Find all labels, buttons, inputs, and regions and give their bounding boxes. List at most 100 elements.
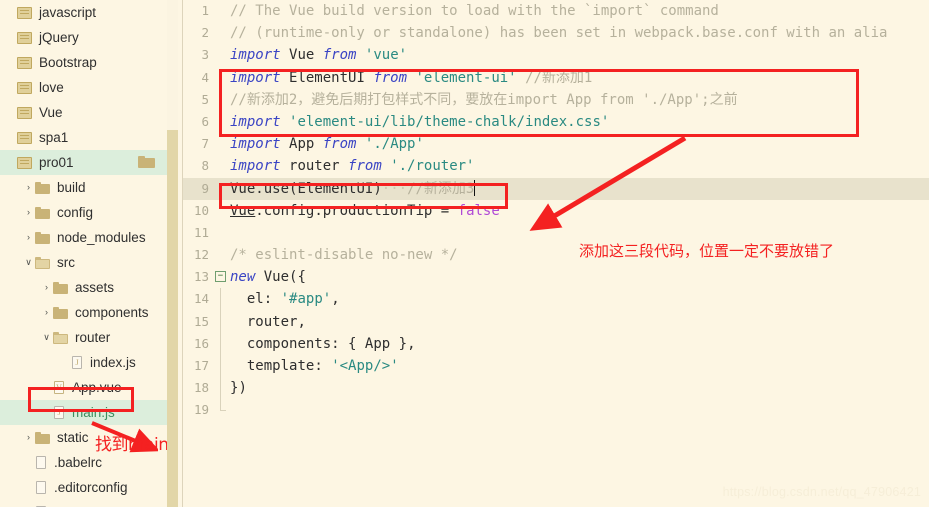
code-text: template: '<App/>': [246, 358, 399, 374]
chevron-down-icon[interactable]: ∨: [40, 333, 53, 342]
indent-guide: [220, 310, 221, 333]
tree-item-javascript[interactable]: javascript: [0, 0, 167, 25]
sidebar-scrollbar-thumb[interactable]: [167, 130, 178, 507]
code-text: components: { App },: [246, 335, 416, 352]
code-line-19[interactable]: 19: [183, 399, 929, 421]
chevron-right-icon[interactable]: ›: [22, 208, 35, 217]
line-number: 5: [201, 91, 209, 107]
vue-file-icon: [53, 381, 66, 394]
chevron-right-icon[interactable]: ›: [22, 233, 35, 242]
folder-lined-icon: [17, 81, 33, 94]
line-number: 3: [201, 47, 209, 63]
code-line-4[interactable]: 4 import ElementUI from 'element-ui' //新添…: [183, 67, 929, 89]
code-text: }): [230, 380, 247, 397]
watermark: https://blog.csdn.net/qq_47906421: [722, 485, 921, 499]
screenshot-root: javascript jQuery Bootstrap love Vue spa1 pro0…: [0, 0, 929, 507]
line-number: 2: [201, 25, 209, 41]
tree-item-assets[interactable]: › assets: [0, 275, 167, 300]
tree-item-jquery[interactable]: jQuery: [0, 25, 167, 50]
tree-item-label: .editorconfig: [54, 479, 128, 495]
code-text: Vue.config.productionTip = false: [230, 202, 500, 219]
folder-lined-icon: [17, 156, 33, 169]
code-text: // (runtime-only or standalone) has been…: [230, 25, 888, 42]
line-number: 9: [201, 180, 209, 196]
line-number: 14: [193, 291, 209, 307]
code-line-17[interactable]: 17 template: '<App/>': [183, 355, 929, 378]
tree-item-node-modules[interactable]: › node_modules: [0, 225, 167, 250]
folder-lined-icon: [17, 31, 33, 44]
code-line-14[interactable]: 14 el: '#app',: [183, 288, 929, 311]
folder-lined-icon: [17, 6, 33, 19]
tree-item-vue[interactable]: Vue: [0, 100, 167, 125]
tree-item-label: config: [57, 204, 94, 220]
code-line-15[interactable]: 15 router,: [183, 310, 929, 333]
tree-item-label: index.js: [90, 354, 136, 370]
tree-item-love[interactable]: love: [0, 75, 167, 100]
line-number: 8: [201, 158, 209, 174]
tree-item-label: assets: [75, 279, 115, 295]
line-number: 16: [193, 335, 209, 351]
tree-item-pro01[interactable]: pro01: [0, 150, 167, 175]
tree-item-label: router: [75, 329, 111, 345]
code-line-16[interactable]: 16 components: { App },: [183, 332, 929, 355]
add-three-snippets-annotation: 添加这三段代码，位置一定不要放错了: [579, 242, 835, 260]
tree-item--editorconfig[interactable]: .editorconfig: [0, 475, 167, 500]
code-text: // The Vue build version to load with th…: [230, 3, 719, 19]
folder-closed-icon: [35, 181, 51, 194]
folder-closed-icon: [35, 231, 51, 244]
tree-item-router[interactable]: ∨ router: [0, 325, 167, 350]
tree-item-label: jQuery: [39, 29, 79, 45]
code-editor[interactable]: 1 // The Vue build version to load with t…: [183, 0, 929, 507]
code-line-2[interactable]: 2 // (runtime-only or standalone) has bee…: [183, 22, 929, 44]
tree-item-spa1[interactable]: spa1: [0, 125, 167, 150]
tree-item-label: spa1: [39, 129, 69, 145]
code-text: el: '#app',: [246, 291, 340, 308]
code-text: /* eslint-disable no-new */: [230, 247, 458, 264]
tree-item-config[interactable]: › config: [0, 200, 167, 225]
chevron-right-icon[interactable]: ›: [40, 308, 53, 317]
file-explorer-sidebar[interactable]: javascript jQuery Bootstrap love Vue spa1 pro0…: [0, 0, 167, 507]
tree-item--gitignore[interactable]: .gitignore: [0, 500, 167, 507]
code-text: new Vue({: [230, 269, 306, 286]
tree-item-label: Vue: [39, 104, 63, 120]
js-file-icon: [53, 406, 66, 419]
tree-item-label: static: [57, 429, 89, 445]
indent-guide: [220, 288, 221, 311]
tree-item-label: main.js: [72, 404, 115, 420]
folder-closed-icon: [35, 206, 51, 219]
folder-badge-icon: [138, 156, 155, 168]
code-line-13[interactable]: 13− new Vue({: [183, 266, 929, 288]
code-line-3[interactable]: 3 import Vue from 'vue': [183, 44, 929, 66]
indent-guide: [220, 355, 221, 378]
line-number: 6: [201, 113, 209, 129]
code-text: Vue.use(ElementUI)···//新添加3: [230, 179, 476, 197]
line-number: 1: [201, 3, 209, 18]
folder-closed-icon: [53, 306, 69, 319]
tree-item-index-js[interactable]: index.js: [0, 350, 167, 375]
tree-item-build[interactable]: › build: [0, 175, 167, 200]
plain-file-icon: [35, 456, 48, 469]
chevron-down-icon[interactable]: ∨: [22, 258, 35, 267]
chevron-right-icon[interactable]: ›: [22, 183, 35, 192]
code-line-5[interactable]: 5 //新添加2，避免后期打包样式不同，要放在import App from '.…: [183, 89, 929, 111]
line-number: 4: [201, 69, 209, 85]
chevron-right-icon[interactable]: ›: [22, 433, 35, 442]
code-line-1[interactable]: 1 // The Vue build version to load with t…: [183, 0, 929, 22]
tree-item-components[interactable]: › components: [0, 300, 167, 325]
line-number: 7: [201, 136, 209, 152]
line-number: 10: [193, 202, 209, 218]
code-annotation-arrow: [529, 135, 687, 231]
tree-item-app-vue[interactable]: App.vue: [0, 375, 167, 400]
tree-item-label: pro01: [39, 154, 74, 170]
line-number: 12: [193, 247, 209, 263]
tree-item-label: components: [75, 304, 149, 320]
fold-collapse-icon[interactable]: −: [215, 271, 226, 283]
chevron-right-icon[interactable]: ›: [40, 283, 53, 292]
code-text: router,: [246, 313, 306, 330]
tree-item-bootstrap[interactable]: Bootstrap: [0, 50, 167, 75]
code-line-18[interactable]: 18}): [183, 377, 929, 400]
tree-item-label: build: [57, 179, 86, 195]
indent-guide: [220, 399, 226, 412]
line-number: 19: [193, 402, 209, 418]
tree-item-src[interactable]: ∨ src: [0, 250, 167, 275]
